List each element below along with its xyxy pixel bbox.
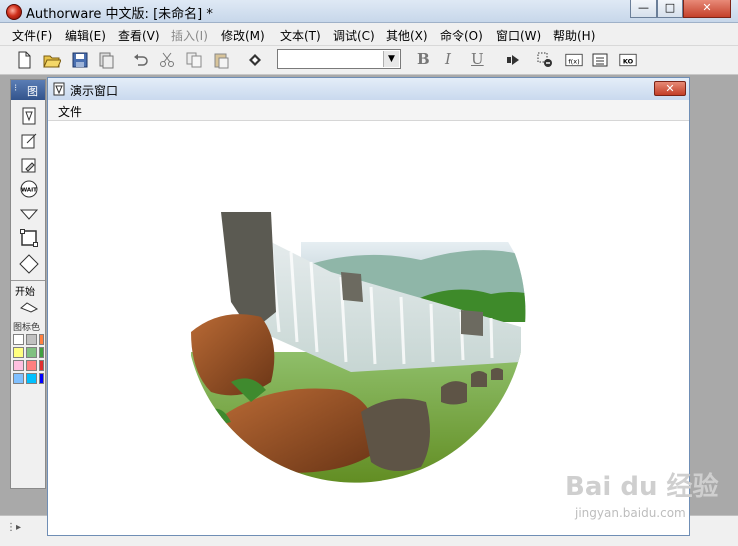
display-icon[interactable] [19,106,39,126]
icon-palette-header: ⁝ 图 [11,80,45,100]
start-flag-label: 开始 [15,287,35,298]
run-icon[interactable] [503,50,523,70]
menu-text[interactable]: 文本(T) [280,27,321,44]
color-swatch[interactable] [13,334,24,345]
color-swatch[interactable] [13,373,24,384]
open-folder-icon[interactable] [42,50,62,70]
icon-palette-title: 图 [27,85,38,98]
import-icon[interactable] [96,50,116,70]
combo-dropdown-arrow-icon[interactable]: ▼ [383,51,399,67]
find-icon[interactable] [245,50,265,70]
save-all-icon[interactable] [70,50,90,70]
undo-icon[interactable] [130,50,150,70]
menu-view[interactable]: 查看(V) [118,27,160,44]
control-panel-icon[interactable] [535,50,555,70]
bold-button[interactable]: B [417,50,430,68]
color-swatch[interactable] [26,360,37,371]
authorware-logo-icon [6,4,22,20]
palette-divider [11,280,45,281]
menu-modify[interactable]: 修改(M) [221,27,265,44]
cut-icon[interactable] [157,50,177,70]
presentation-window-title: 演示窗口 [70,84,119,98]
functions-label: f(x) [568,57,579,65]
baidu-watermark: Bai du 经验 jingyan.baidu.com [565,466,719,520]
close-button[interactable]: ✕ [683,0,731,18]
navigate-icon[interactable] [19,204,39,224]
minimize-button[interactable]: — [630,0,657,18]
color-swatch[interactable] [13,360,24,371]
start-flag-icon[interactable] [19,297,39,313]
menu-debug[interactable]: 调试(C) [333,27,375,44]
status-grip-icon: ⋮▸ [6,522,22,533]
app-title: Authorware 中文版: [未命名] * [26,7,213,22]
presentation-close-button[interactable]: ✕ [654,81,686,96]
presentation-window-titlebar: 演示窗口 ✕ [48,78,689,100]
knowledge-objects-button[interactable]: KO [617,50,639,70]
copy-icon[interactable] [184,50,204,70]
menu-window[interactable]: 窗口(W) [496,27,541,44]
menu-command[interactable]: 命令(O) [440,27,483,44]
color-swatch[interactable] [39,347,44,358]
menu-bar: 文件(F) 编辑(E) 查看(V) 插入(I) 修改(M) 文本(T) 调试(C… [0,23,738,46]
presentation-menu-file[interactable]: 文件 [58,103,82,120]
color-swatch[interactable] [26,373,37,384]
italic-button[interactable]: I [445,50,451,68]
new-file-icon[interactable] [14,50,34,70]
color-swatch[interactable] [39,334,44,345]
motion-icon[interactable] [19,131,39,151]
menu-help[interactable]: 帮助(H) [553,27,595,44]
knowledge-objects-label: KO [623,57,634,65]
baidu-logo: Bai du 经验 [565,472,719,502]
app-titlebar: Authorware 中文版: [未命名] * — □ ✕ [0,0,738,23]
paste-icon[interactable] [211,50,231,70]
color-swatch[interactable] [39,360,44,371]
menu-other[interactable]: 其他(X) [386,27,428,44]
color-swatch[interactable] [26,334,37,345]
underline-button[interactable]: U [471,50,484,68]
erase-icon[interactable] [19,155,39,175]
framework-icon[interactable] [19,228,39,248]
color-swatch[interactable] [39,373,44,384]
wait-icon[interactable]: WAIT [19,179,39,199]
color-swatch[interactable] [26,347,37,358]
presentation-window-icon [53,82,65,96]
menu-insert[interactable]: 插入(I) [171,27,208,44]
grip-icon: ⁝ [14,83,18,94]
font-style-combo[interactable]: ▼ [277,49,401,69]
icon-palette: ⁝ 图 WAIT 开始 图标色 [10,79,46,489]
color-swatch[interactable] [13,347,24,358]
menu-file[interactable]: 文件(F) [12,27,52,44]
functions-button[interactable]: f(x) [563,50,585,70]
variables-icon[interactable] [590,50,610,70]
menu-edit[interactable]: 编辑(E) [65,27,106,44]
toolbar: ▼ B I U f(x) KO [0,46,738,75]
svg-text:WAIT: WAIT [21,188,37,194]
baidu-url: jingyan.baidu.com [575,506,686,520]
decision-icon[interactable] [19,254,39,274]
maximize-button[interactable]: □ [657,0,683,18]
waterfall-image [191,212,526,483]
workspace-background [690,75,738,515]
presentation-menubar: 文件 [48,100,689,121]
icon-color-label: 图标色 [13,323,41,333]
